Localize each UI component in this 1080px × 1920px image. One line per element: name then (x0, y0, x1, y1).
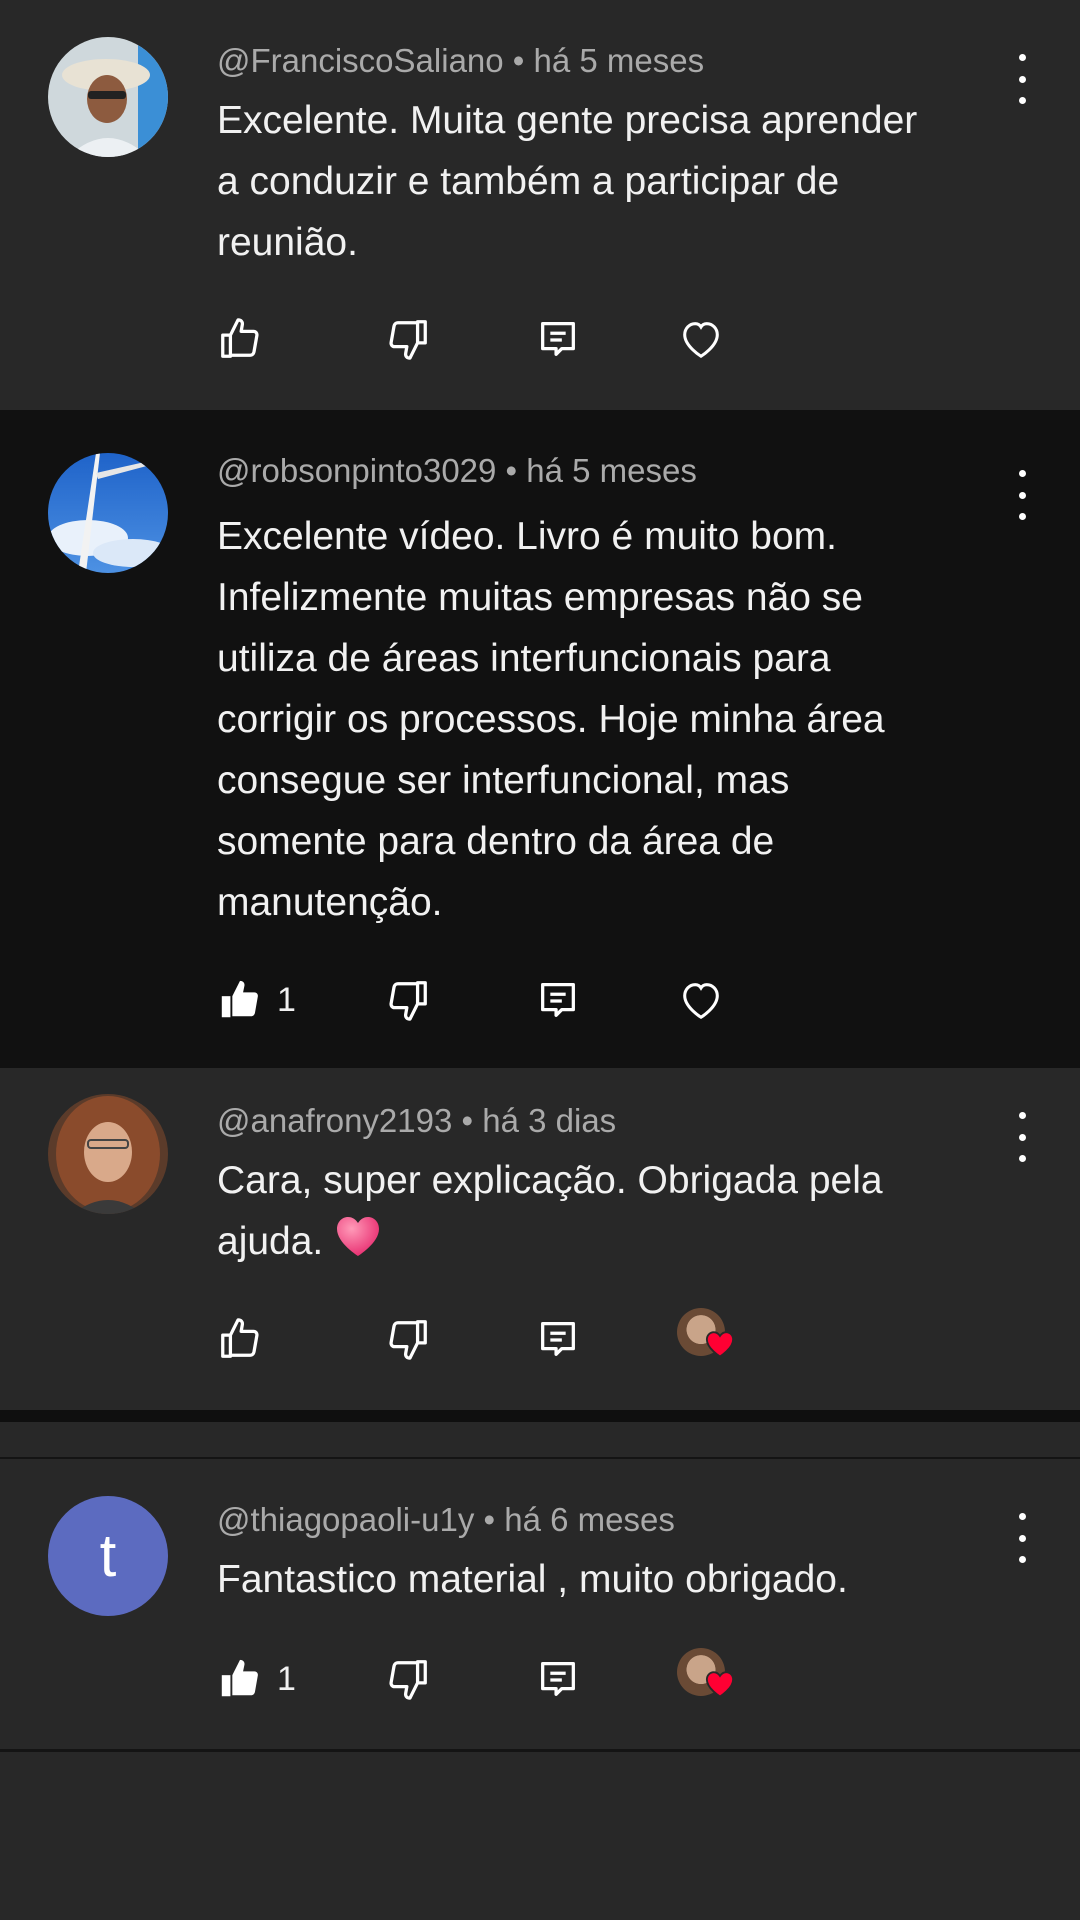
heart-outline-icon (683, 322, 719, 359)
section-divider (0, 1410, 1080, 1422)
reply-icon (541, 1322, 575, 1356)
thumbs-up-icon (221, 318, 259, 358)
creator-heart-badge[interactable] (677, 1308, 735, 1364)
meta-separator: • (512, 42, 525, 79)
dislike-button[interactable] (385, 977, 431, 1023)
reply-button[interactable] (535, 977, 581, 1023)
comment-line: Fantastico material , muito obrigado. (217, 1558, 848, 1601)
meta-separator: • (505, 452, 518, 489)
reply-icon (541, 322, 575, 356)
comment-text: Excelente vídeo. Livro é muito bom. Infe… (217, 506, 997, 933)
comment-line: Excelente vídeo. Livro é muito bom. (217, 515, 837, 558)
heart-outline-icon (683, 983, 719, 1020)
creator-heart-badge[interactable] (677, 1648, 735, 1704)
comment-text: Fantastico material , muito obrigado. (217, 1549, 997, 1610)
author-name[interactable]: @thiagopaoli-u1y (217, 1501, 474, 1538)
comment-line: somente para dentro da área de (217, 820, 775, 863)
comment-time[interactable]: há 5 meses (526, 452, 697, 489)
comment-time[interactable]: há 5 meses (534, 42, 705, 79)
author-name[interactable]: @robsonpinto3029 (217, 452, 496, 489)
reply-button[interactable] (535, 1656, 581, 1702)
avatar-letter: t (99, 1522, 117, 1589)
thumbs-down-icon (389, 1660, 427, 1700)
heart-filled-icon (705, 1671, 735, 1698)
comment-meta: @FranciscoSaliano • há 5 meses (217, 42, 704, 80)
comment-text: Excelente. Muita gente precisa aprender … (217, 90, 997, 273)
comment-line: corrigir os processos. Hoje minha área (217, 698, 885, 741)
comment-actions (217, 316, 817, 366)
more-options-icon[interactable] (1012, 470, 1032, 520)
comment-item: t @thiagopaoli-u1y • há 6 meses Fantasti… (0, 1459, 1080, 1749)
heart-button[interactable] (677, 316, 725, 362)
comment-line: Cara, super explicação. Obrigada pela (217, 1159, 883, 1202)
author-name[interactable]: @anafrony2193 (217, 1102, 452, 1139)
heart-button[interactable] (677, 977, 725, 1023)
thumbs-down-icon (389, 981, 427, 1021)
comment-item: @FranciscoSaliano • há 5 meses Excelente… (0, 0, 1080, 410)
comment-line: Excelente. Muita gente precisa aprender (217, 99, 918, 142)
avatar[interactable]: t (48, 1496, 168, 1616)
reply-icon (541, 983, 575, 1017)
like-button[interactable]: 1 (217, 1656, 296, 1702)
like-count: 1 (277, 1659, 296, 1698)
avatar[interactable] (48, 37, 168, 157)
reply-icon (541, 1662, 575, 1696)
more-options-icon[interactable] (1012, 54, 1032, 104)
like-button[interactable]: 1 (217, 977, 296, 1023)
dislike-button[interactable] (385, 1316, 431, 1362)
thumbs-down-icon (389, 1320, 427, 1360)
comment-line: manutenção. (217, 881, 443, 924)
thumbs-down-icon (389, 320, 427, 360)
reply-button[interactable] (535, 316, 581, 362)
like-button[interactable] (217, 1316, 263, 1362)
comment-text: Cara, super explicação. Obrigada pela aj… (217, 1150, 997, 1276)
comment-line-with-emoji: ajuda. (217, 1211, 997, 1276)
comment-time[interactable]: há 6 meses (504, 1501, 675, 1538)
author-name[interactable]: @FranciscoSaliano (217, 42, 504, 79)
comment-item: @robsonpinto3029 • há 5 meses Excelente … (0, 410, 1080, 1068)
comment-actions (217, 1308, 817, 1366)
thumbs-up-filled-icon (221, 980, 258, 1018)
comment-line: a conduzir e também a participar de (217, 160, 840, 203)
like-count: 1 (277, 980, 296, 1019)
more-options-icon[interactable] (1012, 1513, 1032, 1563)
comment-line: utiliza de áreas interfuncionais para (217, 637, 831, 680)
comment-meta: @anafrony2193 • há 3 dias (217, 1102, 616, 1140)
divider (0, 1749, 1080, 1752)
comment-line: Infelizmente muitas empresas não se (217, 576, 863, 619)
comment-actions: 1 (217, 977, 817, 1027)
comment-meta: @robsonpinto3029 • há 5 meses (217, 452, 697, 490)
comment-line: consegue ser interfuncional, mas (217, 759, 790, 802)
reply-button[interactable] (535, 1316, 581, 1362)
like-button[interactable] (217, 316, 263, 362)
avatar[interactable] (48, 1094, 168, 1214)
meta-separator: • (461, 1102, 474, 1139)
thumbs-up-filled-icon (221, 1659, 258, 1697)
avatar[interactable] (48, 453, 168, 573)
comment-item: @anafrony2193 • há 3 dias Cara, super ex… (0, 1068, 1080, 1410)
pink-heart-emoji (334, 1214, 382, 1276)
thumbs-up-icon (221, 1318, 259, 1358)
comment-actions: 1 (217, 1648, 817, 1706)
more-options-icon[interactable] (1012, 1112, 1032, 1162)
dislike-button[interactable] (385, 1656, 431, 1702)
comment-line: reunião. (217, 221, 358, 264)
comment-time[interactable]: há 3 dias (482, 1102, 616, 1139)
comment-meta: @thiagopaoli-u1y • há 6 meses (217, 1501, 675, 1539)
meta-separator: • (483, 1501, 496, 1538)
dislike-button[interactable] (385, 316, 431, 362)
heart-filled-icon (705, 1331, 735, 1358)
comment-line: ajuda. (217, 1220, 324, 1263)
